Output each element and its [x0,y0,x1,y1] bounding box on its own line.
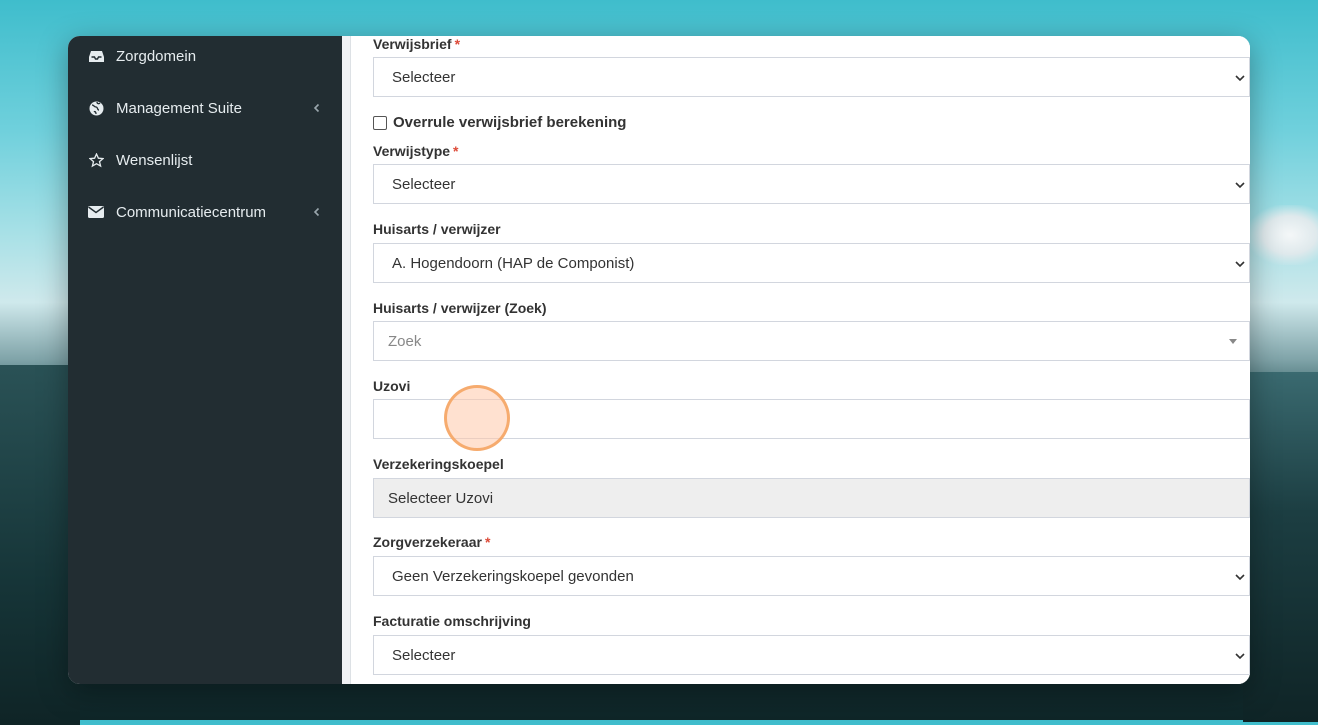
verwijstype-value: Selecteer [392,175,456,193]
facturatie-value: Selecteer [392,646,456,664]
huisarts-zoek-placeholder: Zoek [388,332,422,350]
verwijsbrief-select[interactable]: Selecteer [373,57,1250,97]
zorgverzekeraar-select[interactable]: Geen Verzekeringskoepel gevonden [373,556,1250,596]
sidebar-item-label: Management Suite [116,99,242,117]
sidebar-item-zorgdomein[interactable]: Zorgdomein [68,36,342,82]
chevron-down-icon [1235,75,1245,82]
form-panel: Verwijsbrief * Selecteer Overrule verwijs… [350,36,1250,684]
zorgverzekeraar-label: Zorgverzekeraar * [373,534,491,550]
app-window: Zorgdomein Management Suite Wensenlijst … [68,36,1250,684]
chevron-left-icon [313,207,320,217]
background-cloud [1248,205,1318,265]
verwijsbrief-label: Verwijsbrief * [373,36,461,52]
verzekeringskoepel-value: Selecteer Uzovi [388,489,494,507]
verzekeringskoepel-label: Verzekeringskoepel [373,456,504,472]
overrule-checkbox[interactable] [373,115,387,130]
zorgverzekeraar-value: Geen Verzekeringskoepel gevonden [392,567,634,585]
verwijsbrief-value: Selecteer [392,68,456,86]
sidebar: Zorgdomein Management Suite Wensenlijst … [68,36,342,684]
huisarts-value: A. Hogendoorn (HAP de Componist) [392,254,635,272]
overrule-label: Overrule verwijsbrief berekening [393,114,627,131]
chevron-down-icon [1235,261,1245,268]
uzovi-label: Uzovi [373,378,411,394]
huisarts-zoek-select[interactable]: Zoek [373,321,1250,361]
main-content: Verwijsbrief * Selecteer Overrule verwijs… [342,36,1250,684]
overrule-checkbox-row[interactable]: Overrule verwijsbrief berekening [373,114,626,131]
verzekeringskoepel-field: Selecteer Uzovi [373,478,1250,518]
chevron-down-icon [1235,182,1245,189]
verwijstype-label: Verwijstype * [373,143,459,159]
chevron-down-icon [1235,574,1245,581]
click-indicator [444,385,510,451]
huisarts-select[interactable]: A. Hogendoorn (HAP de Componist) [373,243,1250,283]
verwijstype-select[interactable]: Selecteer [373,164,1250,204]
sidebar-item-communicatiecentrum[interactable]: Communicatiecentrum [68,186,342,238]
sidebar-item-label: Wensenlijst [116,151,193,169]
star-icon [88,152,104,168]
huisarts-label: Huisarts / verwijzer [373,221,501,237]
dropdown-arrow-icon [1229,339,1237,344]
inbox-icon [88,48,104,64]
sidebar-item-label: Zorgdomein [116,47,197,65]
sidebar-item-management-suite[interactable]: Management Suite [68,82,342,134]
sidebar-item-wensenlijst[interactable]: Wensenlijst [68,134,342,186]
envelope-icon [88,204,104,220]
background-mountain-right [1243,372,1318,722]
sidebar-item-label: Communicatiecentrum [116,203,267,221]
facturatie-label: Facturatie omschrijving [373,613,531,629]
chevron-down-icon [1235,653,1245,660]
facturatie-select[interactable]: Selecteer [373,635,1250,675]
huisarts-zoek-label: Huisarts / verwijzer (Zoek) [373,300,547,316]
chevron-left-icon [313,103,320,113]
globe-icon [88,100,104,116]
